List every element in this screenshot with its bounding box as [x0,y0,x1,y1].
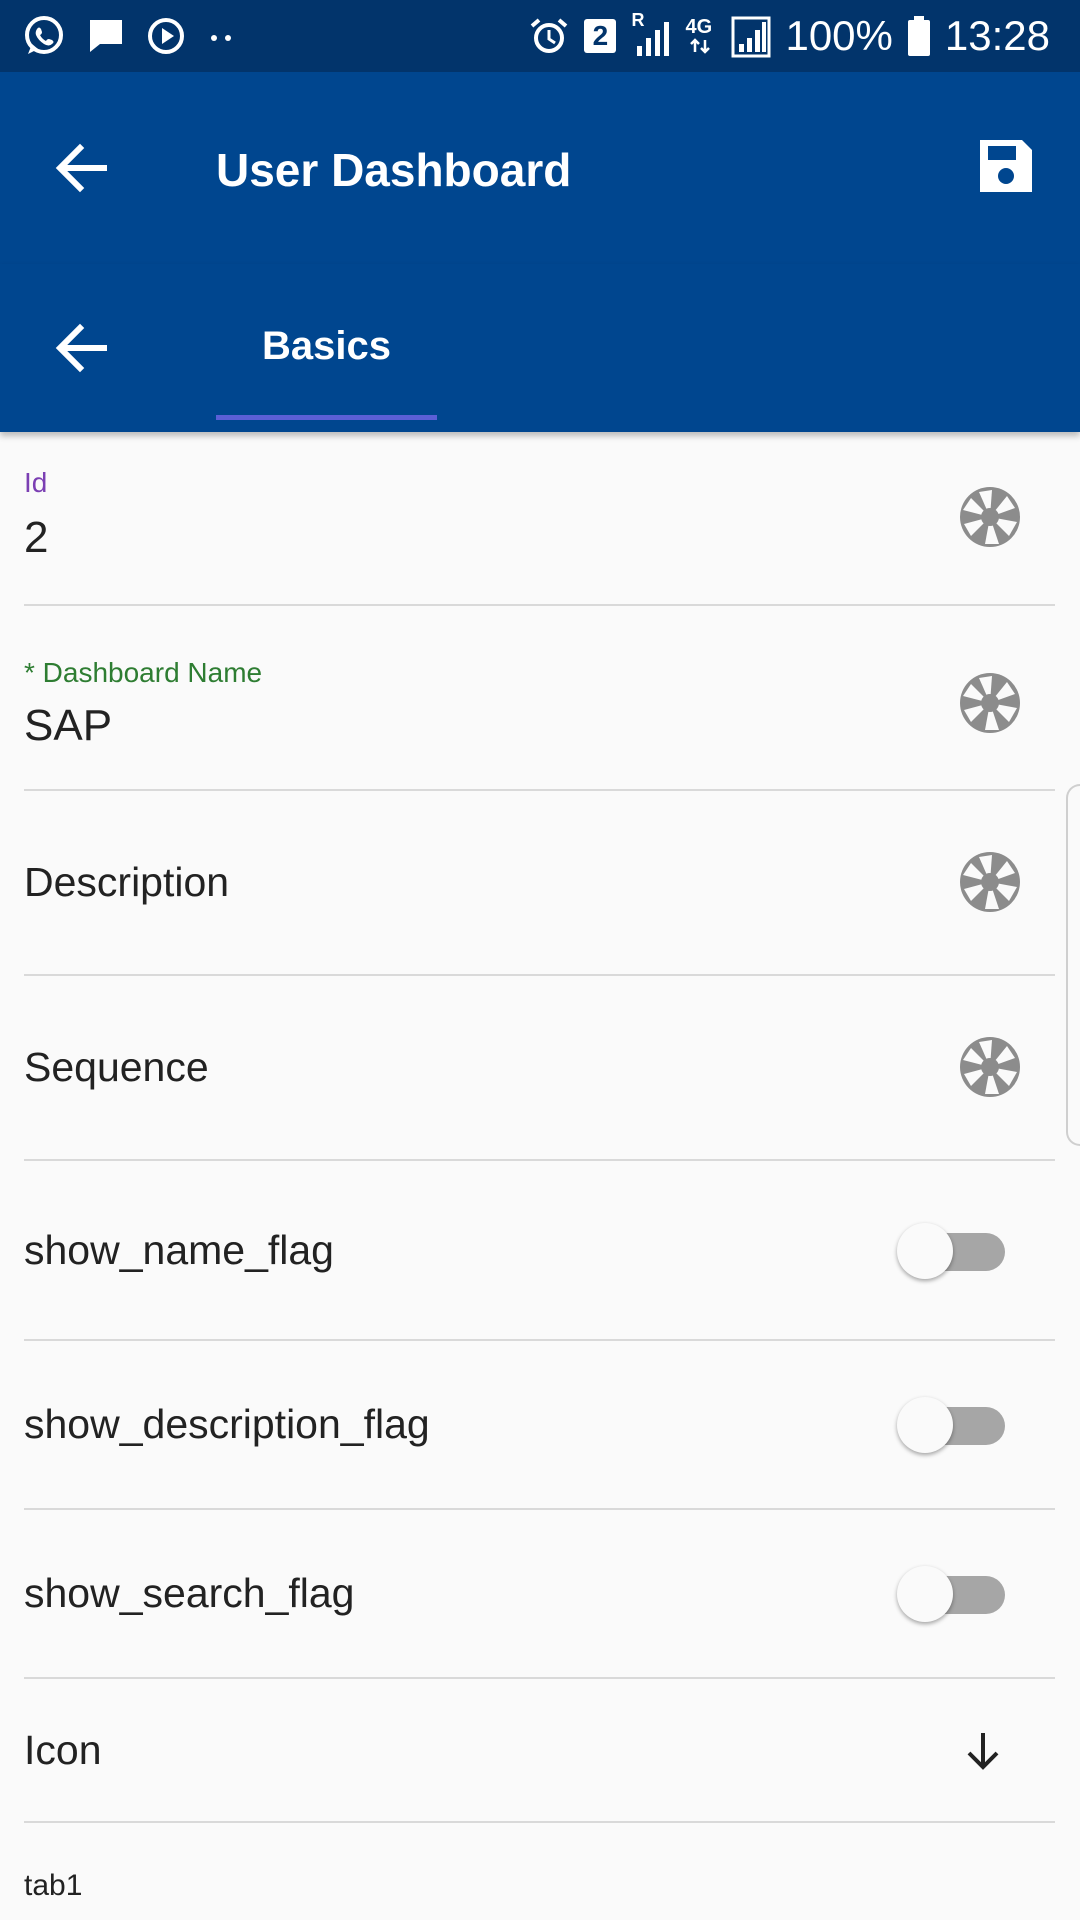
section-tab1-label: tab1 [24,1869,83,1902]
dashboard-name-label: * Dashboard Name [24,657,263,688]
tab-indicator [216,415,437,420]
show-description-flag-toggle[interactable] [897,1393,1007,1455]
battery-percentage: 100% [785,12,893,59]
roaming-label: R [631,10,645,30]
signal-roaming-icon: R [631,10,671,58]
sequence-field[interactable]: Sequence [24,976,1055,1161]
page-title: User Dashboard [216,144,572,196]
tab-bar: Basics [0,264,1080,432]
arrow-left-icon [55,323,107,373]
whatsapp-icon [22,14,66,58]
aperture-icon[interactable] [959,486,1021,548]
id-label: Id [24,467,48,498]
show-name-flag-toggle[interactable] [897,1219,1007,1281]
status-system: 2 R 4G 100% 13:28 [529,10,1050,62]
status-notifications [22,14,236,58]
message-icon [86,16,126,56]
play-circle-icon [146,16,186,56]
floppy-disk-icon [980,140,1032,192]
icon-select-label: Icon [24,1727,102,1773]
aperture-icon[interactable] [959,672,1021,734]
sim-badge-number: 2 [592,20,609,51]
tab-basics[interactable]: Basics [216,264,437,432]
signal-strength-icon [731,14,771,58]
dashboard-name-field[interactable]: * Dashboard Name SAP [24,606,1055,791]
sim-badge-icon: 2 [583,17,617,55]
tab-label: Basics [262,324,391,368]
dashboard-name-value: SAP [24,701,113,750]
toggle-thumb [897,1397,953,1453]
show-search-flag-label: show_search_flag [24,1570,355,1616]
status-bar: 2 R 4G 100% 13:28 [0,0,1080,72]
aperture-icon[interactable] [959,851,1021,913]
show-name-flag-row: show_name_flag [24,1161,1055,1341]
show-search-flag-toggle[interactable] [897,1562,1007,1624]
show-description-flag-row: show_description_flag [24,1341,1055,1510]
tab-back-button[interactable] [52,318,112,378]
id-field[interactable]: Id 2 [24,432,1055,606]
back-button[interactable] [52,138,112,198]
save-button[interactable] [976,136,1036,196]
clock: 13:28 [944,12,1050,59]
id-value: 2 [24,513,49,562]
network-4g-icon: 4G [685,14,717,58]
toggle-thumb [897,1223,953,1279]
more-notifications-icon [206,16,236,56]
sequence-label: Sequence [24,1044,209,1090]
show-description-flag-label: show_description_flag [24,1401,430,1447]
app-bar: User Dashboard [0,72,1080,264]
aperture-icon[interactable] [959,1036,1021,1098]
description-label: Description [24,859,230,905]
battery-icon [907,14,931,58]
arrow-down-icon[interactable] [961,1729,1005,1773]
arrow-left-icon [55,143,107,193]
icon-select-field[interactable]: Icon [24,1679,1055,1823]
show-name-flag-label: show_name_flag [24,1227,334,1273]
description-field[interactable]: Description [24,791,1055,976]
alarm-icon [529,16,569,56]
edge-panel-handle[interactable] [1066,784,1080,1146]
show-search-flag-row: show_search_flag [24,1510,1055,1679]
toggle-thumb [897,1566,953,1622]
